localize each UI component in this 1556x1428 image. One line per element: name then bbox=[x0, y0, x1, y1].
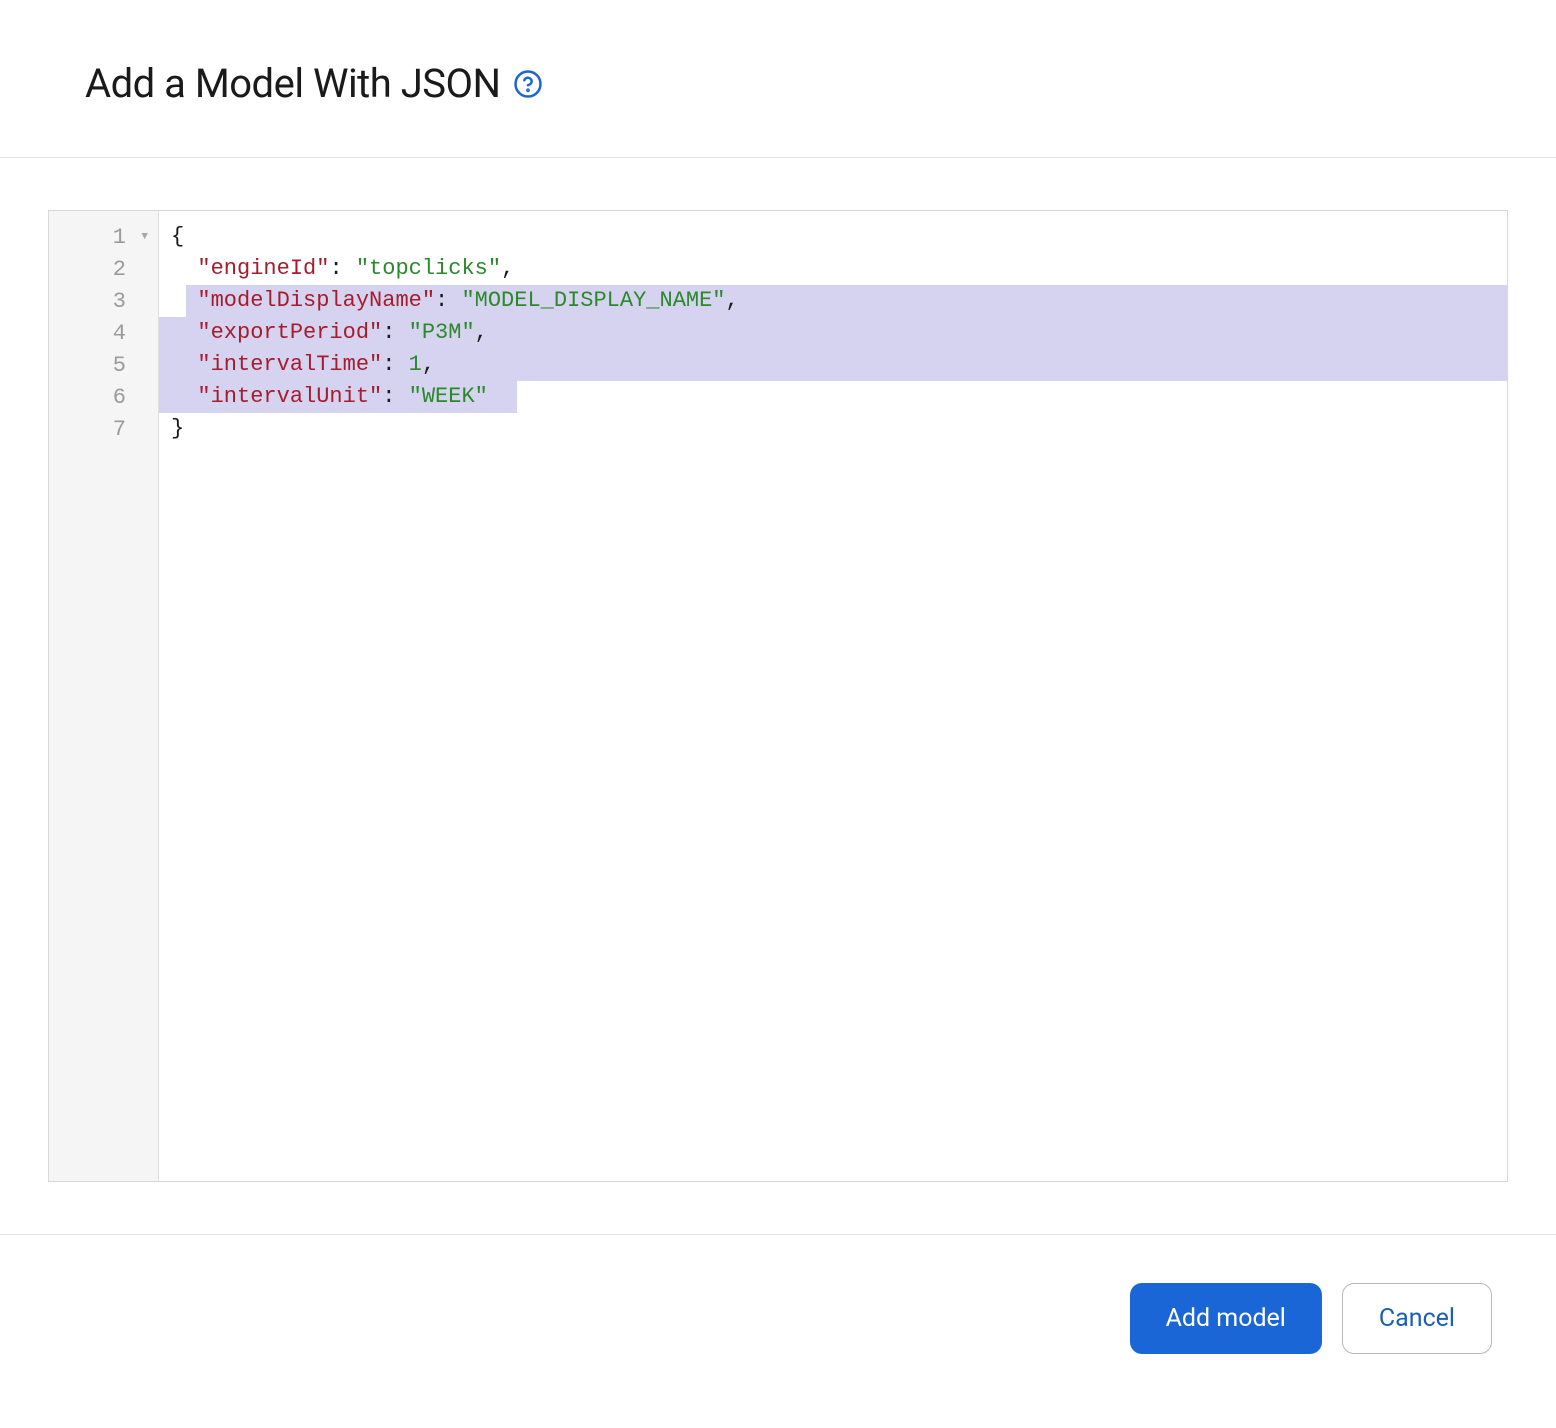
page-title: Add a Model With JSON bbox=[85, 60, 501, 107]
gutter-line: 1▼ bbox=[49, 221, 158, 253]
gutter-line: 3 bbox=[49, 285, 158, 317]
dialog-header: Add a Model With JSON bbox=[0, 0, 1556, 157]
dialog-footer: Add model Cancel bbox=[0, 1234, 1556, 1354]
code-line: { bbox=[159, 221, 1507, 253]
gutter-line: 6 bbox=[49, 381, 158, 413]
code-content: "exportPeriod": "P3M", bbox=[171, 320, 488, 345]
code-content: "intervalTime": 1, bbox=[171, 352, 435, 377]
code-line: "engineId": "topclicks", bbox=[159, 253, 1507, 285]
code-line: "exportPeriod": "P3M", bbox=[159, 317, 1507, 349]
code-content: { bbox=[171, 224, 184, 249]
gutter-line: 4 bbox=[49, 317, 158, 349]
code-content: "engineId": "topclicks", bbox=[171, 256, 514, 281]
code-line: "modelDisplayName": "MODEL_DISPLAY_NAME"… bbox=[159, 285, 1507, 317]
code-content: "intervalUnit": "WEEK" bbox=[171, 384, 488, 409]
code-line: "intervalTime": 1, bbox=[159, 349, 1507, 381]
gutter-line: 7 bbox=[49, 413, 158, 445]
code-content: } bbox=[171, 416, 184, 441]
help-icon[interactable] bbox=[513, 69, 543, 99]
editor-code-area[interactable]: { "engineId": "topclicks", "modelDisplay… bbox=[159, 211, 1507, 1181]
json-editor[interactable]: 1▼234567 { "engineId": "topclicks", "mod… bbox=[48, 210, 1508, 1182]
code-line: } bbox=[159, 413, 1507, 445]
gutter-line: 5 bbox=[49, 349, 158, 381]
gutter-line: 2 bbox=[49, 253, 158, 285]
code-content: "modelDisplayName": "MODEL_DISPLAY_NAME"… bbox=[171, 288, 739, 313]
code-line: "intervalUnit": "WEEK" bbox=[159, 381, 1507, 413]
editor-gutter: 1▼234567 bbox=[49, 211, 159, 1181]
cancel-button[interactable]: Cancel bbox=[1342, 1283, 1492, 1354]
fold-toggle-icon[interactable]: ▼ bbox=[141, 231, 148, 243]
add-model-button[interactable]: Add model bbox=[1130, 1283, 1322, 1354]
